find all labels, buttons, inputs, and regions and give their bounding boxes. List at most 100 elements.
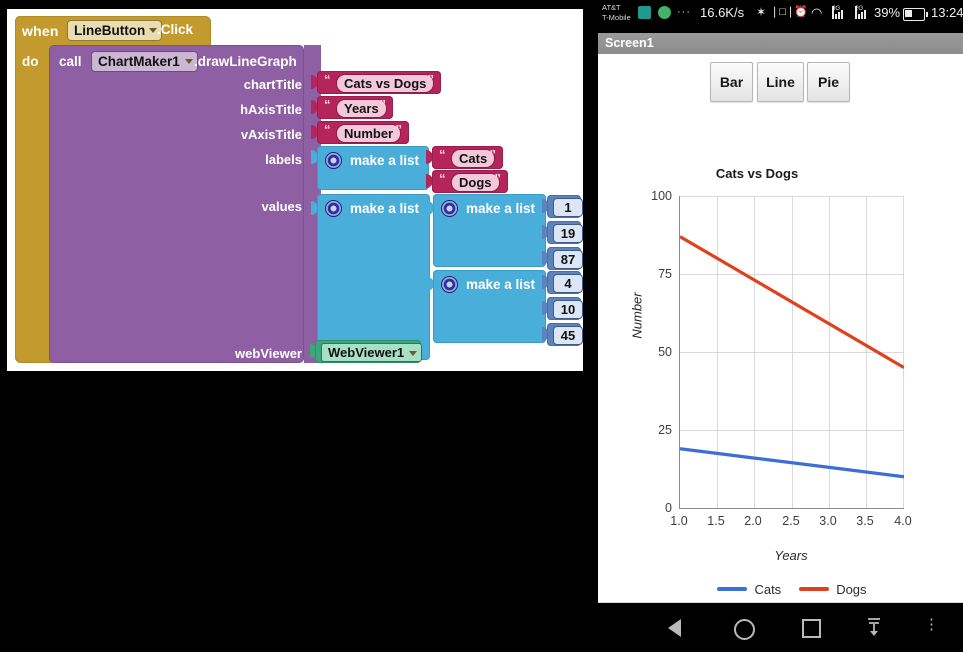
hide-navbar-icon[interactable] [866, 617, 882, 642]
chart-type-button-row: Bar Line Pie [598, 58, 963, 104]
y-tick-100: 100 [651, 189, 672, 203]
call-component-label: ChartMaker1 [98, 54, 180, 69]
mutator-gear-icon[interactable] [442, 201, 457, 216]
event-name-label: .Click [157, 22, 194, 37]
x-tick-3-0: 3.0 [819, 514, 837, 528]
battery-icon [903, 8, 928, 21]
network-speed-label: 16.6K/s [700, 5, 745, 20]
chart-legend: Cats Dogs [662, 580, 922, 598]
text-block-hAxisTitle[interactable]: “ Years ” [317, 96, 393, 119]
number-block-87[interactable]: 87 [547, 247, 583, 270]
list-block-values-inner-1[interactable]: make a list [433, 194, 546, 267]
number-block-1[interactable]: 1 [547, 195, 583, 218]
recents-icon[interactable] [802, 619, 821, 638]
hide-navbar-glyph [868, 618, 880, 636]
number-block-10[interactable]: 10 [547, 297, 583, 320]
x-axis-label: Years [774, 548, 808, 563]
quote-right-icon: ” [427, 72, 435, 87]
y-axis-label: Number [629, 292, 645, 339]
text-block-chartTitle[interactable]: “ Cats vs Dogs ” [317, 71, 441, 94]
mutator-gear-icon[interactable] [326, 153, 341, 168]
legend-item-cats: Cats [717, 582, 781, 597]
text-block-vAxisTitle[interactable]: “ Number ” [317, 121, 409, 144]
quote-left-icon: “ [324, 72, 331, 87]
webviewer-label: WebViewer1 [328, 345, 405, 360]
x-tick-4-0: 4.0 [894, 514, 912, 528]
x-tick-1-5: 1.5 [707, 514, 725, 528]
more-notifications-icon: ··· [677, 6, 691, 18]
mutator-gear-icon[interactable] [326, 201, 341, 216]
quote-right-icon: ” [489, 147, 497, 162]
legend-swatch-cats [717, 587, 748, 591]
quote-left-icon: “ [439, 171, 446, 186]
text-field-label-dogs[interactable]: Dogs [451, 173, 500, 192]
sim1-signal-icon: 3G [832, 6, 848, 19]
number-field-45[interactable]: 45 [553, 326, 583, 345]
screenshot-root: when LineButton .Click do call ChartMake… [0, 0, 963, 652]
wifi-icon: ◠ [811, 5, 823, 20]
bar-button[interactable]: Bar [710, 62, 753, 102]
make-a-list-label: make a list [466, 201, 536, 216]
webviewer-dropdown[interactable]: WebViewer1 [321, 343, 423, 362]
do-keyword: do [22, 54, 39, 69]
text-field-vAxisTitle[interactable]: Number [336, 124, 402, 143]
arg-label-webViewer: webViewer [235, 346, 302, 361]
quote-left-icon: “ [324, 97, 331, 112]
number-field-1[interactable]: 1 [553, 198, 583, 217]
carrier-line-2: T-Mobile [602, 12, 631, 22]
chart-webview[interactable]: Cats vs Dogs 100 75 50 25 0 1.0 1.5 2.0 … [602, 116, 959, 598]
x-tick-3-5: 3.5 [856, 514, 874, 528]
quote-right-icon: ” [379, 97, 387, 112]
quote-right-icon: ” [494, 171, 502, 186]
number-field-10[interactable]: 10 [553, 300, 583, 319]
when-keyword: when [22, 23, 59, 39]
arg-label-hAxisTitle: hAxisTitle [240, 102, 302, 117]
sim2-signal-icon: 2G [855, 6, 871, 19]
blocks-canvas[interactable]: when LineButton .Click do call ChartMake… [7, 9, 583, 371]
alarm-icon: ⏰ [794, 6, 808, 18]
arg-label-vAxisTitle: vAxisTitle [240, 127, 302, 142]
arg-label-values: values [261, 199, 302, 214]
app-title-bar: Screen1 [598, 33, 963, 55]
carrier-label: AT&T T-Mobile [602, 3, 632, 22]
call-method-label: .drawLineGraph [194, 54, 297, 69]
text-block-label-cats[interactable]: “ Cats ” [432, 146, 503, 169]
number-block-45[interactable]: 45 [547, 323, 583, 346]
app-notification-icon [658, 6, 671, 19]
legend-swatch-dogs [799, 587, 830, 591]
number-field-4[interactable]: 4 [553, 274, 583, 293]
home-icon[interactable] [734, 619, 755, 640]
text-block-label-dogs[interactable]: “ Dogs ” [432, 170, 508, 193]
arg-label-chartTitle: chartTitle [243, 77, 302, 92]
chevron-down-icon [184, 59, 193, 64]
list-block-labels[interactable]: make a list [317, 146, 429, 190]
number-block-4[interactable]: 4 [547, 271, 583, 294]
make-a-list-label: make a list [350, 201, 420, 216]
number-field-87[interactable]: 87 [553, 250, 583, 269]
android-phone: AT&T T-Mobile ··· 16.6K/s ✶ ❘□❘ ⏰ ◠ 3G 2… [598, 0, 963, 652]
line-button[interactable]: Line [757, 62, 804, 102]
list-block-values-inner-2[interactable]: make a list [433, 270, 546, 343]
list-block-values-outer[interactable]: make a list [317, 194, 430, 360]
component-block-webviewer[interactable]: WebViewer1 [315, 340, 423, 363]
x-tick-2-5: 2.5 [782, 514, 800, 528]
series-line-cats [680, 447, 904, 479]
clock-label: 13:24 [931, 5, 963, 20]
app-body: Bar Line Pie Cats vs Dogs 100 75 50 25 0… [598, 54, 963, 602]
overflow-menu-icon[interactable]: ⋮ [924, 617, 939, 633]
number-field-19[interactable]: 19 [553, 224, 583, 243]
event-component-dropdown[interactable]: LineButton [67, 20, 163, 41]
x-tick-1-0: 1.0 [670, 514, 688, 528]
text-field-chartTitle[interactable]: Cats vs Dogs [336, 74, 435, 93]
call-component-dropdown[interactable]: ChartMaker1 [91, 51, 198, 72]
legend-label-cats: Cats [754, 581, 782, 597]
back-icon[interactable] [668, 619, 681, 637]
pie-button[interactable]: Pie [807, 62, 850, 102]
event-component-label: LineButton [74, 23, 146, 38]
x-tick-2-0: 2.0 [744, 514, 762, 528]
mutator-gear-icon[interactable] [442, 277, 457, 292]
chart-title: Cats vs Dogs [715, 166, 799, 181]
make-a-list-label: make a list [466, 277, 536, 292]
number-block-19[interactable]: 19 [547, 221, 583, 244]
chevron-down-icon [409, 351, 418, 356]
